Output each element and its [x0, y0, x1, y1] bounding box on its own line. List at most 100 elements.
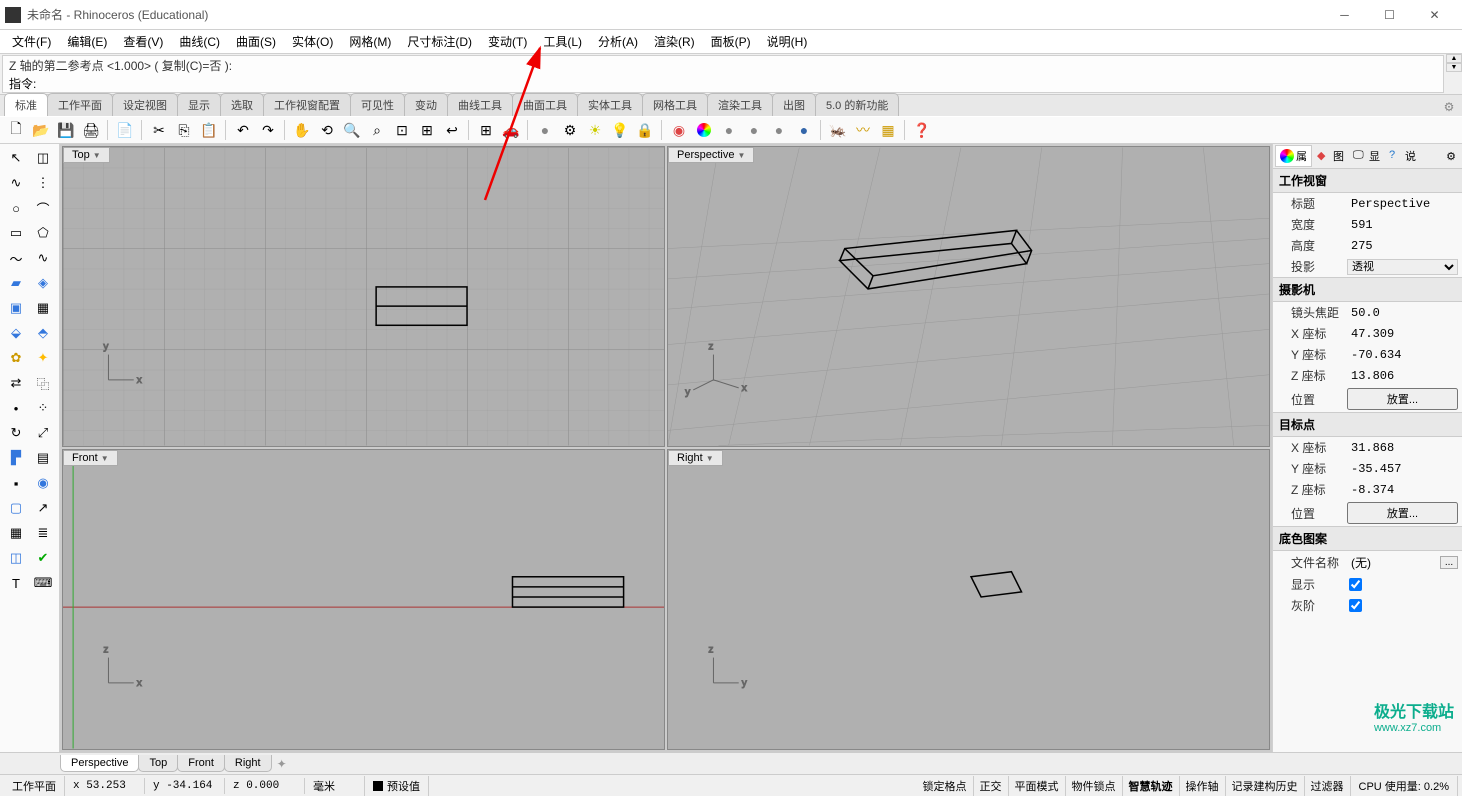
- import-icon[interactable]: 📄: [114, 119, 136, 141]
- print-icon[interactable]: 🖨: [80, 119, 102, 141]
- extrude-icon[interactable]: ⬘: [31, 322, 55, 344]
- vptab-add[interactable]: ✦: [271, 755, 293, 773]
- curve2-icon[interactable]: ∿: [31, 247, 55, 269]
- btn-tgt-place[interactable]: 放置...: [1347, 502, 1458, 524]
- tooltab-solidtools[interactable]: 实体工具: [577, 93, 643, 116]
- zoom-window-icon[interactable]: ⌕: [366, 119, 388, 141]
- val-cam-x[interactable]: 47.309: [1347, 326, 1458, 342]
- rect-icon[interactable]: ▭: [4, 222, 28, 244]
- tooltab-transform[interactable]: 变动: [404, 93, 448, 116]
- menu-help[interactable]: 说明(H): [759, 30, 816, 53]
- tooltab-rendertools[interactable]: 渲染工具: [707, 93, 773, 116]
- tooltab-surfacetools[interactable]: 曲面工具: [512, 93, 578, 116]
- viewport-right[interactable]: Right▼ yz: [667, 449, 1270, 750]
- gear-icon[interactable]: ✿: [4, 347, 28, 369]
- chk-bg-gray[interactable]: [1349, 599, 1362, 612]
- menu-surface[interactable]: 曲面(S): [228, 30, 284, 53]
- export-icon[interactable]: ↗: [31, 497, 55, 519]
- status-cplane[interactable]: 工作平面: [4, 776, 65, 796]
- status-gumball[interactable]: 操作轴: [1180, 776, 1226, 796]
- pointer-icon[interactable]: ↖: [4, 147, 28, 169]
- tooltab-cplane[interactable]: 工作平面: [47, 93, 113, 116]
- lock-icon[interactable]: 🔒: [634, 119, 656, 141]
- menu-transform[interactable]: 变动(T): [480, 30, 535, 53]
- sphere2-icon[interactable]: ●: [743, 119, 765, 141]
- arc-icon[interactable]: ⌒: [31, 197, 55, 219]
- minimize-button[interactable]: ─: [1322, 1, 1367, 29]
- menu-analyze[interactable]: 分析(A): [590, 30, 646, 53]
- grasshopper-icon[interactable]: 🦗: [827, 119, 849, 141]
- surface-icon[interactable]: ▰: [4, 272, 28, 294]
- tabstrip-gear-icon[interactable]: ⚙: [1440, 98, 1458, 116]
- car-icon[interactable]: 🚗: [500, 119, 522, 141]
- menu-solid[interactable]: 实体(O): [284, 30, 341, 53]
- extrude2-icon[interactable]: ▛: [4, 447, 28, 469]
- layout-icon[interactable]: ▦: [877, 119, 899, 141]
- btn-cam-place[interactable]: 放置...: [1347, 388, 1458, 410]
- vptab-front[interactable]: Front: [177, 755, 225, 772]
- command-input[interactable]: [40, 76, 1437, 90]
- tooltab-newv5[interactable]: 5.0 的新功能: [815, 93, 899, 116]
- box2-icon[interactable]: ▪: [4, 472, 28, 494]
- sphere3-icon[interactable]: ●: [768, 119, 790, 141]
- pan-icon[interactable]: ✋: [291, 119, 313, 141]
- status-smarttrack[interactable]: 智慧轨迹: [1123, 776, 1180, 796]
- panel-tab-display[interactable]: 🖵显: [1349, 146, 1384, 166]
- box-icon[interactable]: ▣: [4, 297, 28, 319]
- val-cam-z[interactable]: 13.806: [1347, 368, 1458, 384]
- viewport-top-label[interactable]: Top▼: [63, 147, 110, 163]
- viewport-front-label[interactable]: Front▼: [63, 450, 118, 466]
- cylinder-icon[interactable]: ⬙: [4, 322, 28, 344]
- val-title[interactable]: Perspective: [1347, 196, 1458, 212]
- tooltab-select[interactable]: 选取: [220, 93, 264, 116]
- tooltab-visibility[interactable]: 可见性: [350, 93, 405, 116]
- surface2-icon[interactable]: ◈: [31, 272, 55, 294]
- paste-icon[interactable]: 📋: [198, 119, 220, 141]
- zoom-extents-icon[interactable]: ⊡: [391, 119, 413, 141]
- t2-icon[interactable]: ⌨: [31, 572, 55, 594]
- copy-icon[interactable]: ⎘: [173, 119, 195, 141]
- tooltab-viewport[interactable]: 工作视窗配置: [263, 93, 351, 116]
- open-icon[interactable]: 📂: [30, 119, 52, 141]
- undo-icon[interactable]: ↶: [232, 119, 254, 141]
- menu-dimension[interactable]: 尺寸标注(D): [399, 30, 480, 53]
- boolean-icon[interactable]: ◉: [31, 472, 55, 494]
- menu-tools[interactable]: 工具(L): [535, 30, 590, 53]
- render-icon[interactable]: ◉: [668, 119, 690, 141]
- move-icon[interactable]: ⇄: [4, 372, 28, 394]
- scroll-down-icon[interactable]: ▼: [1446, 63, 1462, 72]
- vptab-top[interactable]: Top: [138, 755, 178, 772]
- cut-icon[interactable]: ✂: [148, 119, 170, 141]
- viewport-right-label[interactable]: Right▼: [668, 450, 723, 466]
- properties-icon[interactable]: ☀: [584, 119, 606, 141]
- menu-render[interactable]: 渲染(R): [646, 30, 703, 53]
- rotate-tool-icon[interactable]: ↻: [4, 422, 28, 444]
- four-viewports-icon[interactable]: ⊞: [475, 119, 497, 141]
- dots-icon[interactable]: ⁘: [31, 397, 55, 419]
- viewport-front[interactable]: Front▼ xz: [62, 449, 665, 750]
- menu-view[interactable]: 查看(V): [115, 30, 171, 53]
- menu-panels[interactable]: 面板(P): [703, 30, 759, 53]
- panel-tab-properties[interactable]: 属: [1275, 145, 1312, 167]
- explode-icon[interactable]: ✦: [31, 347, 55, 369]
- scale-icon[interactable]: ⤢: [31, 422, 55, 444]
- status-ortho[interactable]: 正交: [974, 776, 1009, 796]
- dot-icon[interactable]: •: [4, 397, 28, 419]
- status-record[interactable]: 记录建构历史: [1226, 776, 1305, 796]
- btn-bg-browse[interactable]: ...: [1440, 556, 1458, 569]
- array-icon[interactable]: ▤: [31, 447, 55, 469]
- sphere1-icon[interactable]: ●: [718, 119, 740, 141]
- spiral-icon[interactable]: 〰: [852, 119, 874, 141]
- val-tgt-y[interactable]: -35.457: [1347, 461, 1458, 477]
- vptab-right[interactable]: Right: [224, 755, 272, 772]
- undo-view-icon[interactable]: ↩: [441, 119, 463, 141]
- point-icon[interactable]: ⋮: [31, 172, 55, 194]
- tooltab-standard[interactable]: 标准: [4, 93, 48, 116]
- dim-icon[interactable]: ◫: [4, 547, 28, 569]
- menu-mesh[interactable]: 网格(M): [341, 30, 399, 53]
- menu-edit[interactable]: 编辑(E): [59, 30, 115, 53]
- status-preset[interactable]: 预设值: [365, 776, 429, 796]
- close-button[interactable]: ✕: [1412, 1, 1457, 29]
- status-osnap[interactable]: 物件锁点: [1066, 776, 1123, 796]
- polygon-icon[interactable]: ⬠: [31, 222, 55, 244]
